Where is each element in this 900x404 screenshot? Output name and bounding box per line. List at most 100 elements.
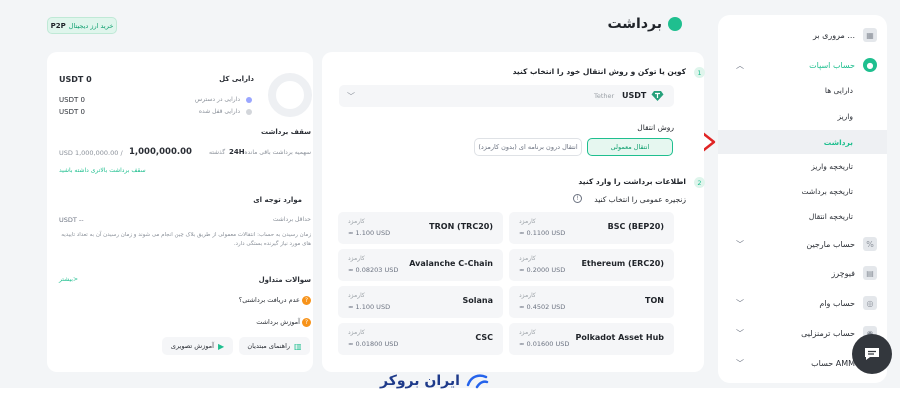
sidebar-subitem-deposit-history[interactable]: تاریخچه واریز: [811, 162, 853, 171]
fee-label: کارمزد: [519, 218, 536, 225]
limit-period: 24H: [229, 148, 245, 156]
coin-select[interactable]: ﹀ Tether USDT: [339, 85, 674, 107]
page-title-text: برداشت: [607, 16, 662, 32]
fee-label: کارمزد: [348, 292, 365, 299]
chevron-up-icon: ︿: [736, 60, 744, 70]
fee-label: کارمزد: [348, 329, 365, 336]
available-value: USDT 0: [59, 96, 85, 104]
faq-item[interactable]: عدم دریافت برداشتی؟ ?: [239, 296, 311, 305]
beginner-guide-button[interactable]: راهنمای مبتدیان ▥: [239, 337, 310, 355]
p2p-buy-button[interactable]: P2P خرید ارز دیجیتال: [47, 17, 117, 34]
limit-max: USD 1,000,000.00 /: [59, 149, 123, 157]
sidebar-subitem-assets[interactable]: دارایی ها: [825, 86, 853, 95]
limit-title: سقف برداشت: [261, 128, 311, 136]
sidebar-subitem-transfer-history[interactable]: تاریخچه انتقال: [809, 212, 853, 221]
logo-mark-icon: [466, 374, 489, 389]
network-fee: ≈ 1.100 USD: [348, 303, 391, 311]
sidebar-item-overview[interactable]: مروری بر ... ▦: [728, 23, 877, 47]
futures-icon: ▤: [863, 266, 877, 280]
limit-desc: سهمیه برداشت باقی مانده: [244, 149, 311, 156]
limit-value: 1,000,000.00: [129, 147, 192, 157]
sidebar-item-label: فیوچرز: [831, 268, 855, 278]
loan-icon: ◎: [863, 296, 877, 310]
sidebar-item-label: حساب AMM: [811, 358, 855, 368]
sidebar-item-label: حساب وام: [819, 298, 855, 308]
tether-icon: [651, 91, 664, 101]
fee-label: کارمزد: [348, 255, 365, 262]
network-fee: ≈ 1.100 USD: [348, 229, 391, 237]
network-option[interactable]: TON کارمزد ≈ 0.4502 USD: [509, 286, 674, 318]
sidebar-item-spot[interactable]: ︿ حساب اسپات ●: [728, 53, 877, 77]
network-name: Solana: [462, 296, 494, 305]
sidebar-item-label: مروری بر ...: [812, 30, 855, 40]
network-option[interactable]: Ethereum (ERC20) کارمزد ≈ 0.2000 USD: [509, 249, 674, 281]
limit-increase-link[interactable]: سقف برداشت بالاتری داشته باشید: [59, 167, 146, 174]
method-internal-button[interactable]: انتقال درون برنامه ای (بدون کارمزد): [474, 138, 582, 156]
chevron-down-icon: ﹀: [736, 358, 744, 368]
network-name: TRON (TRC20): [429, 222, 493, 231]
assets-donut: [268, 73, 312, 117]
network-option[interactable]: Polkadot Asset Hub کارمزد ≈ 0.01600 USD: [509, 323, 674, 355]
p2p-label: P2P: [50, 21, 66, 30]
network-name: TON: [645, 296, 664, 305]
network-fee: ≈ 0.2000 USD: [519, 266, 566, 274]
network-name: Polkadot Asset Hub: [575, 333, 664, 342]
sidebar: مروری بر ... ▦ ︿ حساب اسپات ● دارایی ها …: [718, 15, 887, 383]
sidebar-item-futures[interactable]: فیوچرز ▤: [728, 261, 877, 285]
network-fee: ≈ 0.01800 USD: [348, 340, 399, 348]
sidebar-subitem-withdraw[interactable]: برداشت: [718, 130, 887, 154]
method-label: روش انتقال: [637, 123, 674, 132]
network-option[interactable]: Avalanche C-Chain کارمزد ≈ 0.08203 USD: [338, 249, 503, 281]
total-assets-value: USDT 0: [59, 75, 92, 84]
sidebar-item-loan[interactable]: ﹀ حساب وام ◎: [728, 291, 877, 315]
network-option[interactable]: BSC (BEP20) کارمزد ≈ 0.1100 USD: [509, 212, 674, 244]
sidebar-subitem-deposit[interactable]: واریز: [837, 112, 853, 121]
chat-support-button[interactable]: [852, 334, 892, 374]
play-icon: ▶: [217, 341, 225, 351]
sidebar-item-label: حساب ترمنزلیی: [801, 328, 855, 338]
margin-icon: %: [863, 237, 877, 251]
faq-item[interactable]: آموزش برداشت ?: [256, 318, 311, 327]
chevron-down-icon: ﹀: [736, 328, 744, 338]
faq-title: سوالات متداول: [258, 276, 311, 284]
faq-more-link[interactable]: بیشتر>: [59, 276, 78, 283]
question-icon: ?: [302, 296, 311, 305]
question-icon: ?: [302, 318, 311, 327]
fee-label: کارمزد: [519, 292, 536, 299]
method-normal-button[interactable]: انتقال معمولی: [587, 138, 673, 156]
logo-text: ایران بروکر: [380, 373, 460, 389]
coin-code: USDT: [622, 91, 647, 100]
sidebar-item-label: حساب مارجین: [806, 239, 855, 249]
step2-title: اطلاعات برداشت را وارد کنید: [578, 177, 686, 186]
network-option[interactable]: CSC کارمزد ≈ 0.01800 USD: [338, 323, 503, 355]
network-option[interactable]: TRON (TRC20) کارمزد ≈ 1.100 USD: [338, 212, 503, 244]
min-withdraw-label: حداقل برداشت: [272, 216, 311, 223]
sidebar-subitem-withdraw-history[interactable]: تاریخچه برداشت: [802, 187, 853, 196]
network-option[interactable]: Solana کارمزد ≈ 1.100 USD: [338, 286, 503, 318]
sidebar-item-margin[interactable]: ﹀ حساب مارجین %: [728, 232, 877, 256]
chevron-down-icon: ﹀: [347, 92, 355, 101]
network-fee: ≈ 0.01600 USD: [519, 340, 570, 348]
step-number: 2: [694, 177, 705, 188]
spot-icon: ●: [863, 58, 877, 72]
video-tutorial-button[interactable]: آموزش تصویری ▶: [162, 337, 233, 355]
chain-label: زنجیره عمومی را انتخاب کنید: [594, 195, 686, 204]
book-icon: ▥: [294, 341, 302, 351]
video-label: آموزش تصویری: [170, 342, 214, 350]
withdraw-icon: [668, 17, 682, 31]
p2p-text: خرید ارز دیجیتال: [68, 21, 114, 30]
network-fee: ≈ 0.08203 USD: [348, 266, 399, 274]
info-icon[interactable]: !: [573, 194, 582, 203]
step-number: 1: [694, 67, 705, 78]
sidebar-item-terminal[interactable]: ﹀ حساب ترمنزلیی ◉: [728, 321, 877, 345]
overview-icon: ▦: [863, 28, 877, 42]
total-assets-label: دارایی کل: [219, 75, 254, 83]
faq-item-label: آموزش برداشت: [256, 318, 300, 326]
network-name: Avalanche C-Chain: [409, 259, 493, 268]
iranbroker-logo: ایران بروکر: [380, 372, 489, 390]
notes-text: زمان رسیدن به حساب: انتقالات معمولی از ط…: [61, 232, 311, 247]
locked-dot: [246, 109, 252, 115]
min-withdraw-value: USDT --: [59, 216, 84, 224]
available-dot: [246, 97, 252, 103]
step1-title: کوین یا توکن و روش انتقال خود را انتخاب …: [512, 67, 686, 76]
